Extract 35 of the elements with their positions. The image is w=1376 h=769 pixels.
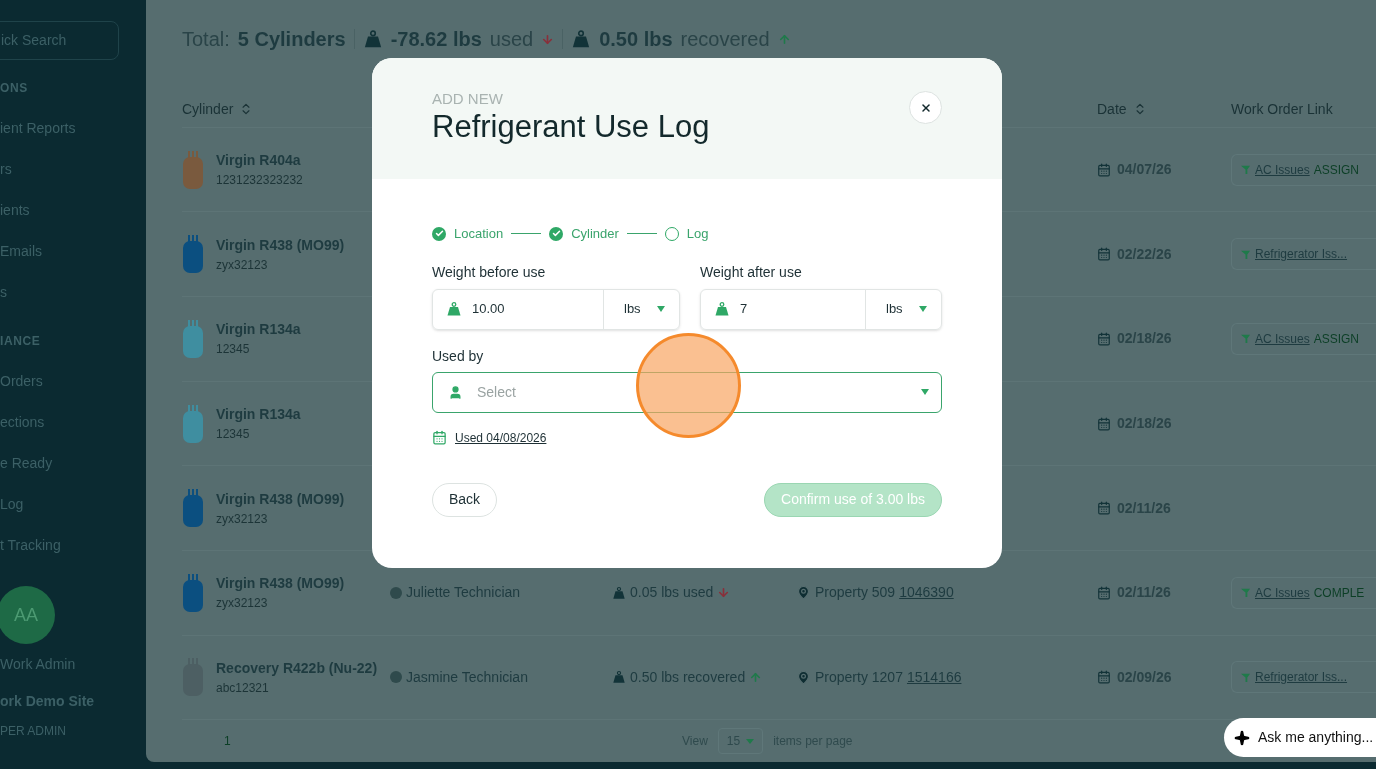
field-label: Used by <box>432 346 485 366</box>
cylinder-name: Virgin R438 (MO99) <box>216 489 345 509</box>
cylinder-name: Virgin R134a <box>216 320 301 340</box>
cylinder-serial: zyx32123 <box>216 256 269 274</box>
cylinder-serial: abc12321 <box>216 679 270 697</box>
technician-name: Juliette Technician <box>406 583 521 603</box>
cylinder-serial: 12345 <box>216 426 251 444</box>
step-label: Log <box>686 225 709 243</box>
step-label: Cylinder <box>571 225 619 243</box>
modal-eyebrow: ADD NEW <box>432 90 504 108</box>
status-label: ASSIGN <box>1313 330 1360 348</box>
property-name: Property 1207 <box>815 667 903 687</box>
cylinder-count: 5 Cylinders <box>237 27 346 52</box>
field-label: Weight after use <box>700 262 803 282</box>
cylinder-name: Recovery R422b (Nu-22) <box>216 658 378 678</box>
cylinder-name: Virgin R404a <box>216 151 302 171</box>
cylinder-name: Virgin R438 (MO99) <box>216 235 345 255</box>
cylinder-serial: 12345 <box>216 341 251 359</box>
modal-title: Refrigerant Use Log <box>432 108 710 146</box>
amount-text: 0.50 lbs recovered <box>630 667 746 687</box>
cylinder-serial: zyx32123 <box>216 510 269 528</box>
cylinder-serial: 1231232323232 <box>216 172 303 190</box>
technician-name: Jasmine Technician <box>406 667 528 687</box>
cylinder-serial: zyx32123 <box>216 595 269 613</box>
total-amount: 0.50 lbs <box>599 27 673 52</box>
total-amount: -78.62 lbs <box>390 27 482 52</box>
field-label: Weight before use <box>432 262 547 282</box>
cylinder-name: Virgin R438 (MO99) <box>216 574 345 594</box>
property-name: Property 509 <box>815 583 896 603</box>
column-header: Work Order Link <box>1231 99 1334 119</box>
cylinder-name: Virgin R134a <box>216 405 301 425</box>
step-label: Location <box>454 225 504 243</box>
amount-text: 0.05 lbs used <box>630 583 714 603</box>
status-label: COMPLE <box>1313 584 1365 602</box>
status-label: ASSIGN <box>1313 161 1360 179</box>
